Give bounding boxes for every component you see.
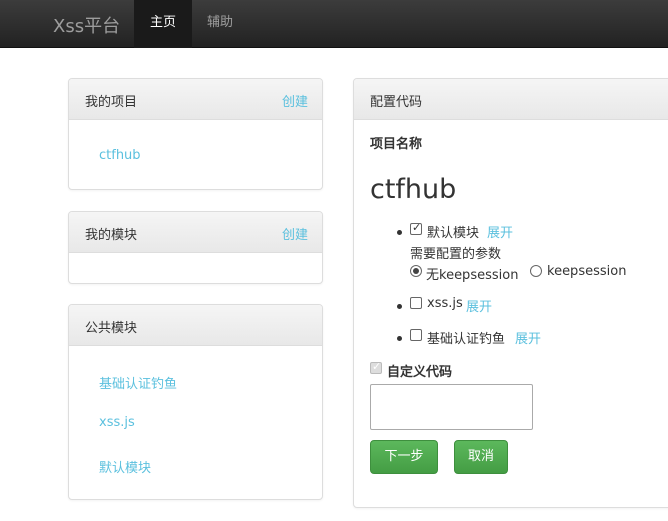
list-bullet [397,304,402,309]
module-label-xssjs: xss.js [427,296,463,311]
nav-home[interactable]: 主页 [134,0,192,48]
radio-label-no-keepsession: 无keepsession [426,268,519,283]
create-project-link[interactable]: 创建 [282,91,308,110]
my-modules-title: 我的模块 [85,228,138,243]
my-projects-title: 我的项目 [85,95,138,110]
my-modules-heading: 我的模块 创建 [69,212,322,253]
expand-link-xssjs[interactable]: 展开 [466,296,492,315]
list-bullet [397,336,402,341]
my-modules-panel: 我的模块 创建 [68,211,323,284]
module-label-default: 默认模块 [427,226,480,241]
custom-code-checkbox [370,360,382,374]
config-title: 配置代码 [370,95,423,110]
radio-no-keepsession[interactable] [410,265,422,277]
config-heading: 配置代码 [354,79,668,120]
params-label: 需要配置的参数 [410,247,502,262]
next-button[interactable]: 下一步 [370,440,438,474]
my-projects-panel: 我的项目 创建 ctfhub [68,78,323,190]
project-name-label: 项目名称 [370,137,423,152]
public-modules-panel: 公共模块 基础认证钓鱼 xss.js 默认模块 [68,304,323,500]
create-module-link[interactable]: 创建 [282,224,308,243]
project-link-ctfhub[interactable]: ctfhub [99,148,141,163]
custom-code-textarea[interactable] [370,384,533,430]
list-bullet [397,230,402,235]
nav-help[interactable]: 辅助 [207,0,233,48]
public-modules-heading: 公共模块 [69,305,322,346]
expand-link-basic-auth[interactable]: 展开 [515,328,541,347]
public-module-link[interactable]: xss.js [99,415,135,430]
public-module-link[interactable]: 基础认证钓鱼 [99,373,177,392]
cancel-button[interactable]: 取消 [454,440,508,474]
public-modules-title: 公共模块 [85,321,138,336]
expand-link-default[interactable]: 展开 [487,222,513,241]
radio-label-keepsession: keepsession [547,264,627,279]
radio-keepsession[interactable] [530,265,542,277]
module-checkbox-basic-auth[interactable] [410,329,422,341]
my-projects-heading: 我的项目 创建 [69,79,322,120]
module-checkbox-default[interactable] [410,221,422,235]
module-checkbox-xssjs[interactable] [410,297,422,309]
public-module-link[interactable]: 默认模块 [99,457,151,476]
brand-logo[interactable]: Xss平台 [53,12,120,38]
project-name: ctfhub [370,174,457,205]
custom-code-label: 自定义代码 [387,365,453,380]
navbar: Xss平台 主页 辅助 [0,0,668,48]
config-panel: 配置代码 项目名称 ctfhub 默认模块 展开 需要配置的参数 无keepse… [353,78,668,508]
module-label-basic-auth: 基础认证钓鱼 [427,332,506,347]
